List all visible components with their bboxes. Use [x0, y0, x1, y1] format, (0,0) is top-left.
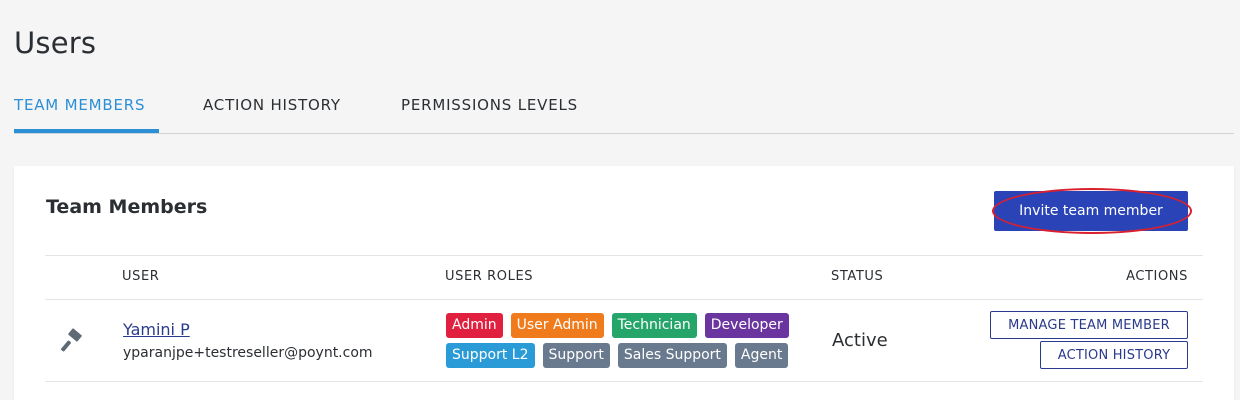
user-name-link[interactable]: Yamini P	[123, 320, 190, 339]
tab-action-history[interactable]: ACTION HISTORY	[203, 96, 341, 114]
header-actions: ACTIONS	[1126, 269, 1188, 284]
header-status: STATUS	[831, 269, 884, 284]
header-user: USER	[122, 269, 160, 284]
role-badge-technician: Technician	[611, 313, 697, 338]
team-members-card: Team Members Invite team member USER USE…	[14, 166, 1234, 400]
role-badge-support: Support	[542, 343, 610, 368]
tab-bar: TEAM MEMBERS ACTION HISTORY PERMISSIONS …	[14, 84, 1234, 134]
role-badge-sales-support: Sales Support	[617, 343, 727, 368]
active-tab-indicator	[14, 129, 159, 133]
role-badge-admin: Admin	[446, 313, 503, 338]
table-row: Yamini P yparanjpe+testreseller@poynt.co…	[45, 300, 1203, 382]
manage-team-member-button[interactable]: MANAGE TEAM MEMBER	[990, 311, 1188, 339]
table-header: USER USER ROLES STATUS ACTIONS	[45, 255, 1203, 300]
status-text: Active	[832, 330, 888, 351]
team-members-table: USER USER ROLES STATUS ACTIONS Yamini P …	[45, 255, 1203, 382]
tab-permissions-levels[interactable]: PERMISSIONS LEVELS	[401, 96, 578, 114]
role-badge-developer: Developer	[704, 313, 789, 338]
tab-team-members[interactable]: TEAM MEMBERS	[14, 96, 145, 114]
page-title: Users	[14, 26, 97, 60]
role-badge-agent: Agent	[734, 343, 789, 368]
header-user-roles: USER ROLES	[445, 269, 534, 284]
card-title: Team Members	[46, 196, 208, 218]
gavel-icon	[61, 327, 87, 353]
role-badge-support-l2: Support L2	[446, 343, 535, 368]
invite-team-member-button[interactable]: Invite team member	[994, 191, 1188, 231]
action-history-button[interactable]: ACTION HISTORY	[1040, 341, 1188, 369]
role-badge-user-admin: User Admin	[510, 313, 604, 338]
user-roles: Admin User Admin Technician Developer Su…	[446, 313, 806, 373]
user-email: yparanjpe+testreseller@poynt.com	[123, 345, 373, 361]
